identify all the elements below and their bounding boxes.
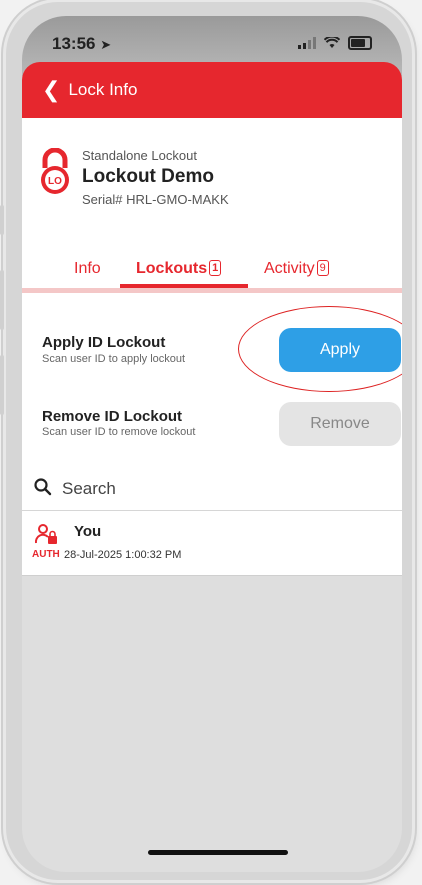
back-chevron-icon[interactable]: ❮ [42,79,60,101]
apply-lockout-title: Apply ID Lockout [42,334,166,351]
tab-bar: Info Lockouts 1 Activity 9 [22,242,402,288]
status-icons [298,36,372,50]
search-input[interactable] [60,474,364,504]
lockout-user-name: You [74,523,102,540]
lock-card: LO Standalone Lockout Lockout Demo Seria… [22,118,402,304]
screen: 13:56 ➤ ❮ Lock Info LO Standalone Lockou… [22,16,402,872]
list-item[interactable]: AUTH You 28-Jul-2025 1:00:32 PM [22,511,402,576]
remove-button[interactable]: Remove [279,402,401,446]
lock-name: Lockout Demo [82,166,214,187]
battery-icon [348,36,372,50]
search-icon [34,478,52,496]
search-bar [22,466,402,511]
activity-count-badge: 9 [316,260,329,276]
auth-tag: AUTH [32,549,60,560]
signal-icon [298,37,316,49]
lock-serial: Serial# HRL-GMO-MAKK [82,192,229,207]
lockout-timestamp: 28-Jul-2025 1:00:32 PM [64,549,182,561]
tab-activity[interactable]: Activity 9 [264,260,329,278]
lockout-actions: Apply ID Lockout Scan user ID to apply l… [22,304,402,490]
lock-type: Standalone Lockout [82,148,197,163]
status-time: 13:56 ➤ [52,34,112,53]
user-lock-icon [34,524,57,544]
apply-lockout-subtitle: Scan user ID to apply lockout [42,353,186,365]
location-arrow-icon: ➤ [100,37,112,52]
remove-lockout-subtitle: Scan user ID to remove lockout [42,426,196,438]
side-button [0,355,4,415]
app-header: ❮ Lock Info [22,62,402,118]
tab-info[interactable]: Info [74,260,101,278]
tab-bar-divider [22,288,402,293]
tab-lockouts[interactable]: Lockouts 1 [136,260,222,278]
lockouts-count-badge: 1 [209,260,222,276]
padlock-icon: LO [41,148,69,194]
lock-badge: LO [48,176,62,187]
page-title: Lock Info [68,80,138,99]
home-indicator [148,850,288,855]
wifi-icon [324,37,340,48]
side-button [0,270,4,330]
side-button [0,205,4,235]
remove-lockout-title: Remove ID Lockout [42,408,183,425]
highlight-circle [238,306,402,392]
